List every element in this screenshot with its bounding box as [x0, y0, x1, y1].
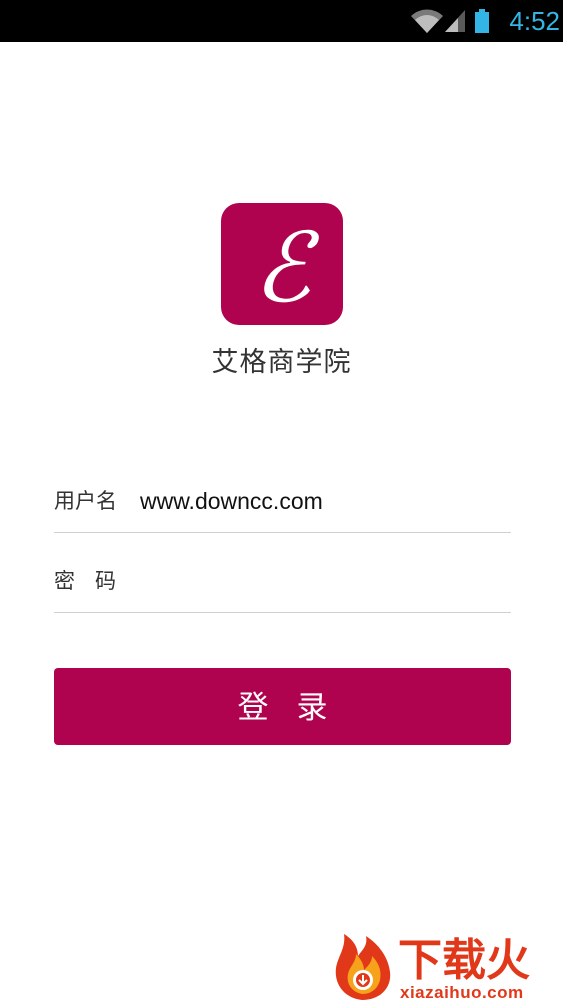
username-field[interactable]: 用户名: [54, 472, 511, 533]
password-field[interactable]: 密码: [54, 552, 511, 613]
watermark: 下载火 xiazaihuo.com: [332, 930, 560, 1002]
battery-icon: [474, 9, 490, 33]
flame-logo-icon: [335, 934, 391, 1000]
signal-icon: [445, 10, 465, 32]
username-label: 用户名: [54, 489, 117, 513]
wifi-icon: [411, 9, 443, 33]
svg-text:ℰ: ℰ: [253, 212, 320, 324]
login-button[interactable]: 登录: [54, 668, 511, 745]
username-input[interactable]: [140, 486, 500, 516]
password-input[interactable]: [140, 566, 500, 596]
watermark-text-cn: 下载火: [398, 935, 530, 986]
app-name: 艾格商学院: [211, 347, 352, 378]
status-bar: 4:52: [0, 0, 563, 42]
app-logo: ℰ: [221, 203, 343, 325]
password-label: 密码: [54, 569, 136, 593]
clock: 4:52: [509, 6, 560, 36]
logo-e-icon: ℰ: [253, 212, 320, 324]
watermark-text-en: xiazaihuo.com: [400, 983, 524, 1002]
